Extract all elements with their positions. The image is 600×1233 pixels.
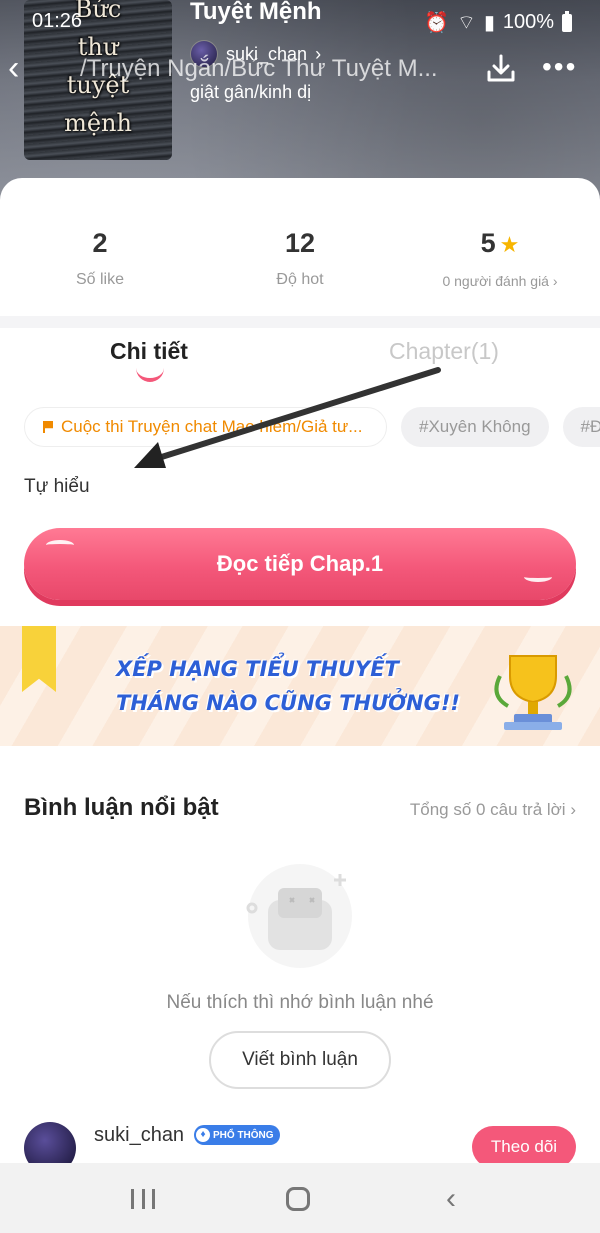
stat-rating[interactable]: 5 ★ 0 người đánh giá › <box>400 190 600 310</box>
cover-title-line: mệnh <box>64 109 132 137</box>
ranking-banner[interactable]: XẾP HẠNG TIỂU THUYẾT THÁNG NÀO CŨNG THƯỞ… <box>0 626 600 746</box>
stat-likes: 2 Số like <box>0 190 200 310</box>
comments-title: Bình luận nổi bật <box>24 794 219 821</box>
banner-text: XẾP HẠNG TIỂU THUYẾT THÁNG NÀO CŨNG THƯỞ… <box>116 652 460 720</box>
battery-percent: 100% <box>502 11 554 33</box>
story-header: Bức thư tuyệt mệnh Tuyệt Mệnh suki_chan … <box>0 0 600 200</box>
stat-label: Số like <box>75 271 125 288</box>
rating-count: 0 người đánh giá <box>442 273 549 289</box>
continue-reading-button[interactable]: Đọc tiếp Chap.1 <box>24 528 576 600</box>
alarm-icon: ⏰ <box>424 12 450 34</box>
tag-item[interactable]: #Đa <box>562 407 600 447</box>
flag-icon <box>43 421 53 433</box>
section-divider <box>0 316 600 328</box>
banner-line: XẾP HẠNG TIỂU THUYẾT <box>116 657 399 681</box>
trophy-icon <box>494 655 572 730</box>
star-icon: ★ <box>499 232 520 257</box>
recent-apps-icon[interactable] <box>131 1189 155 1209</box>
write-comment-button[interactable]: Viết bình luận <box>209 1031 391 1089</box>
stat-hotness: 12 Độ hot <box>200 190 400 310</box>
annotation-arrow <box>134 367 441 468</box>
follow-button[interactable]: Theo dõi <box>472 1126 576 1168</box>
status-indicators: ⏰ ⌔ ▮ 100% <box>424 10 572 35</box>
banner-line: THÁNG NÀO CŨNG THƯỞNG!! <box>116 691 460 715</box>
story-subtitle: /Truyện Ngắn/Bức Thư Tuyệt M... <box>80 55 438 82</box>
drop-icon: ♦ <box>196 1128 210 1142</box>
back-arrow-icon[interactable]: ‹ <box>8 51 36 85</box>
empty-comments-illustration <box>246 864 352 968</box>
chevron-right-icon: › <box>570 800 576 819</box>
bookmark-ribbon-icon <box>22 626 56 692</box>
chevron-right-icon: › <box>552 273 558 289</box>
system-nav-bar: ‹ <box>0 1163 600 1233</box>
badge-label: PHỔ THÔNG <box>213 1129 274 1141</box>
status-time: 01:26 <box>32 10 83 32</box>
empty-comments-text: Nếu thích thì nhớ bình luận nhé <box>166 992 434 1013</box>
home-icon[interactable] <box>286 1187 310 1211</box>
stat-value: 12 <box>284 228 316 258</box>
total-replies-label: Tổng số 0 câu trả lời <box>409 800 566 819</box>
rating-value: 5 <box>480 228 496 258</box>
download-icon[interactable] <box>484 52 518 86</box>
author-name[interactable]: suki_chan <box>94 1124 184 1147</box>
battery-icon <box>562 10 572 32</box>
back-icon[interactable]: ‹ <box>446 1184 456 1214</box>
stat-value: 2 <box>92 228 108 258</box>
story-genre: giật gân/kinh dị <box>190 82 312 102</box>
stat-value: 5 ★ <box>400 228 600 259</box>
stat-label: 0 người đánh giá › <box>400 273 600 289</box>
story-stats: 2 Số like 12 Độ hot 5 ★ 0 người đánh giá … <box>0 190 600 310</box>
continue-reading-label: Đọc tiếp Chap.1 <box>216 551 384 576</box>
stat-label: Độ hot <box>276 271 324 288</box>
membership-badge: ♦ PHỔ THÔNG <box>194 1125 280 1145</box>
status-bar: 01:26 ⏰ ⌔ ▮ 100% <box>0 4 600 35</box>
wifi-icon: ⌔ <box>457 12 476 34</box>
button-shine <box>46 540 74 550</box>
story-description: Tự hiểu <box>24 476 90 497</box>
more-options-icon[interactable]: ••• <box>542 52 576 86</box>
signal-icon: ▮ <box>483 12 495 34</box>
total-replies-link[interactable]: Tổng số 0 câu trả lời › <box>410 800 576 820</box>
button-shine <box>524 572 552 582</box>
